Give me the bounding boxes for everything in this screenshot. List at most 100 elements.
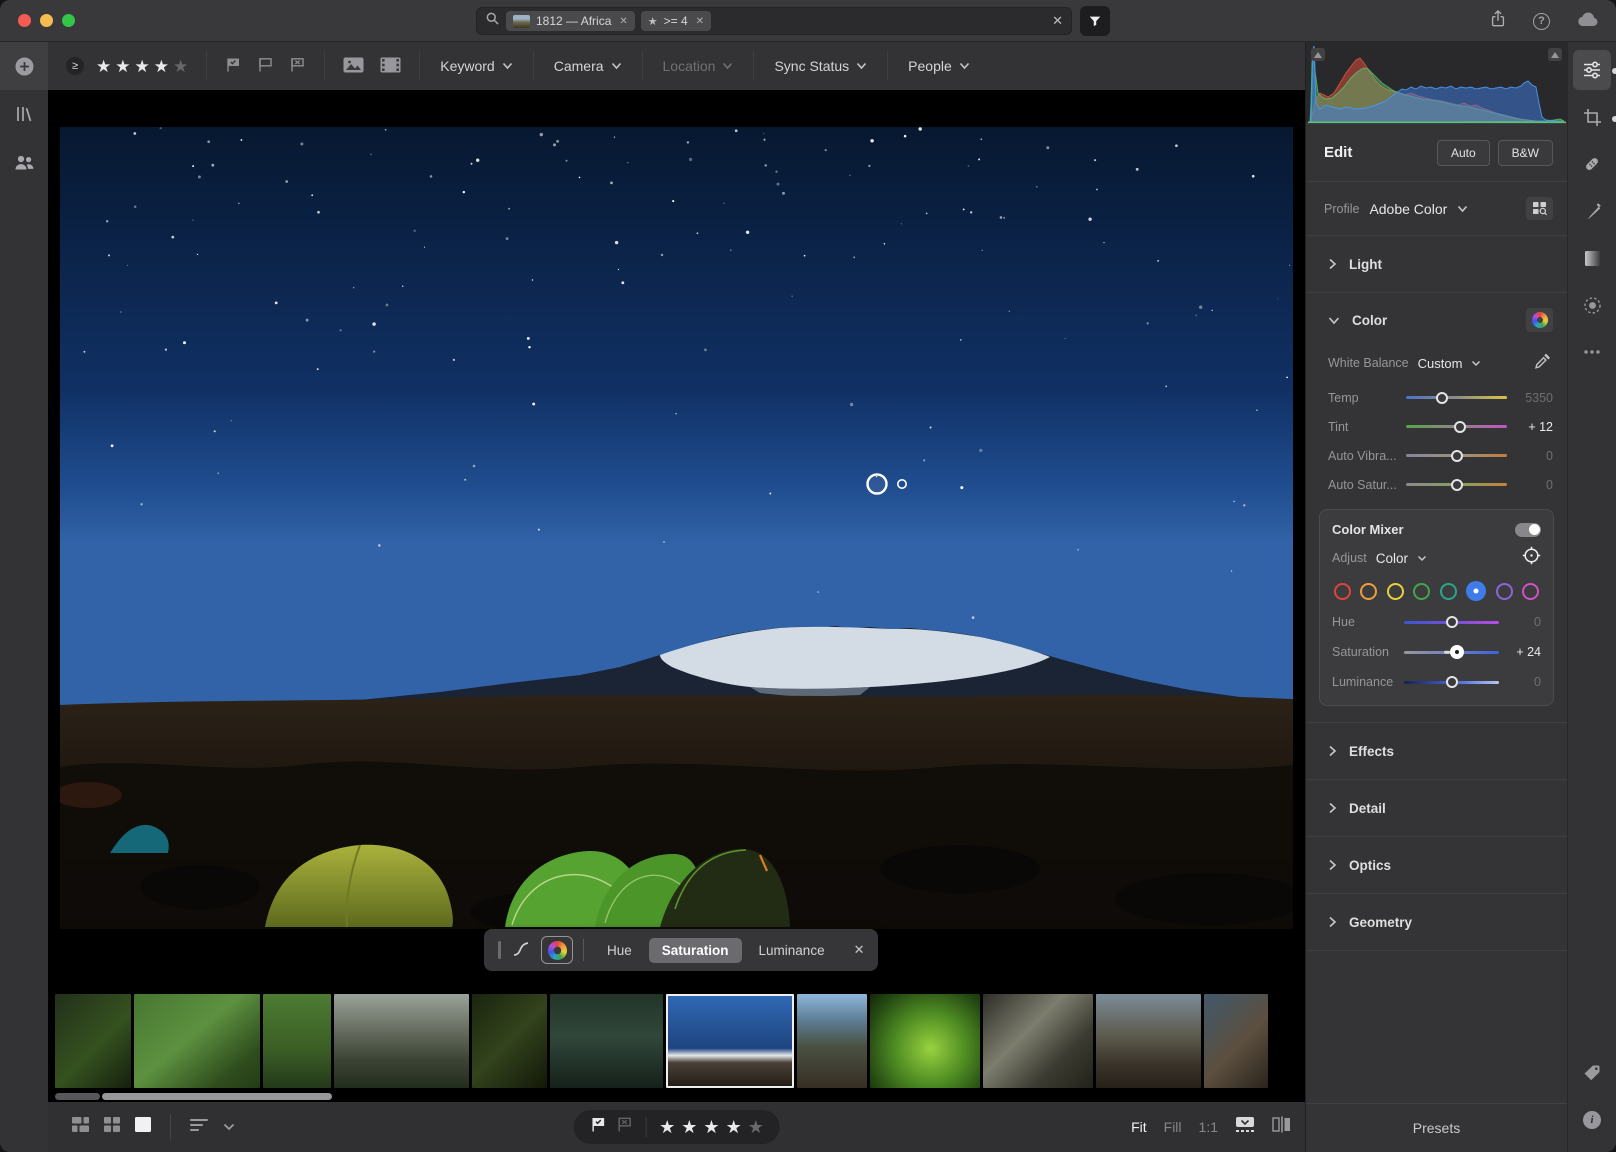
filter-dropdown-location[interactable]: Location xyxy=(643,51,754,81)
slider-track[interactable] xyxy=(1406,454,1507,457)
share-button[interactable] xyxy=(1489,9,1507,33)
section-geometry[interactable]: Geometry xyxy=(1306,894,1567,950)
filmstrip-thumb-group-photo[interactable] xyxy=(334,994,469,1088)
scrollbar-thumb[interactable] xyxy=(102,1093,332,1100)
star-4[interactable]: ★ xyxy=(726,1118,742,1136)
minimize-window-button[interactable] xyxy=(40,14,53,27)
color-dot-6[interactable] xyxy=(1496,583,1513,600)
filmstrip-options-chevron-icon[interactable] xyxy=(223,1118,235,1136)
browse-profiles-button[interactable] xyxy=(1526,197,1553,220)
star-2[interactable]: ★ xyxy=(115,58,130,75)
hsl-tab-saturation[interactable]: Saturation xyxy=(649,938,742,963)
flag-rejected-filter[interactable] xyxy=(289,57,306,76)
white-balance-value[interactable]: Custom xyxy=(1418,356,1463,371)
section-color-header[interactable]: Color xyxy=(1306,293,1567,347)
radial-gradient-tool-button[interactable] xyxy=(1573,285,1611,325)
filmstrip-thumb-white-blossoms[interactable] xyxy=(983,994,1093,1088)
star-4[interactable]: ★ xyxy=(154,58,169,75)
color-dot-0[interactable] xyxy=(1334,583,1351,600)
slider-track[interactable] xyxy=(1406,396,1507,399)
cloud-sync-button[interactable] xyxy=(1576,10,1600,32)
flag-unflagged-filter[interactable] xyxy=(257,57,274,76)
star-3[interactable]: ★ xyxy=(703,1118,719,1136)
rating-filter[interactable]: ≥ ★★★★★ xyxy=(48,51,207,81)
star-1[interactable]: ★ xyxy=(96,58,111,75)
close-window-button[interactable] xyxy=(18,14,31,27)
slider-track[interactable] xyxy=(1404,621,1499,624)
star-3[interactable]: ★ xyxy=(135,58,150,75)
histogram[interactable] xyxy=(1306,42,1567,123)
before-after-compare-button[interactable] xyxy=(1272,1116,1291,1138)
bw-button[interactable]: B&W xyxy=(1498,140,1553,166)
filter-dropdown-people[interactable]: People xyxy=(888,51,990,81)
photos-filter-icon[interactable] xyxy=(343,57,364,76)
color-dot-7[interactable] xyxy=(1522,583,1539,600)
presets-bar[interactable]: Presets xyxy=(1306,1103,1567,1152)
pick-flag-button[interactable] xyxy=(589,1116,606,1138)
color-dot-2[interactable] xyxy=(1387,583,1404,600)
scrollbar-segment[interactable] xyxy=(55,1093,100,1100)
slider-track[interactable] xyxy=(1404,651,1499,654)
filmstrip-scrollbar[interactable] xyxy=(48,1090,1305,1102)
rating-operator-badge[interactable]: ≥ xyxy=(66,57,84,75)
info-button[interactable]: i xyxy=(1573,1100,1611,1140)
maximize-window-button[interactable] xyxy=(62,14,75,27)
slider-knob[interactable] xyxy=(1436,392,1448,404)
search-token-1812-africa[interactable]: 1812 — Africa✕ xyxy=(506,11,635,31)
color-dot-5[interactable] xyxy=(1466,581,1486,601)
filter-button[interactable] xyxy=(1080,6,1110,36)
more-tools-button[interactable] xyxy=(1573,332,1611,372)
filmstrip-thumb-group-edge[interactable] xyxy=(1204,994,1268,1088)
edit-tool-button[interactable] xyxy=(1573,50,1611,90)
people-view-button[interactable] xyxy=(0,138,48,186)
slider-knob[interactable] xyxy=(1451,479,1463,491)
search-token-4[interactable]: ★>= 4✕ xyxy=(641,11,711,31)
section-effects[interactable]: Effects xyxy=(1306,723,1567,779)
color-mixer-toggle[interactable] xyxy=(1515,523,1541,537)
zoom-mode-fit[interactable]: Fit xyxy=(1131,1119,1147,1135)
popup-drag-handle[interactable] xyxy=(498,941,501,959)
filmstrip-thumb-trail-hikers[interactable] xyxy=(550,994,663,1088)
main-photo[interactable] xyxy=(60,127,1293,929)
flag-picked-filter[interactable] xyxy=(225,57,242,76)
help-button[interactable]: ? xyxy=(1533,13,1550,30)
add-photos-button[interactable] xyxy=(0,42,48,90)
slider-knob[interactable] xyxy=(1450,645,1464,659)
section-light[interactable]: Light xyxy=(1306,236,1567,292)
filmstrip-thumb-forest-dark[interactable] xyxy=(55,994,131,1088)
clear-search-icon[interactable]: ✕ xyxy=(1052,13,1063,29)
slider-knob[interactable] xyxy=(1446,616,1458,628)
filter-dropdown-sync-status[interactable]: Sync Status xyxy=(754,51,887,81)
square-grid-view-button[interactable] xyxy=(104,1117,120,1137)
sort-button[interactable] xyxy=(190,1118,208,1137)
color-mixer-tool-button[interactable] xyxy=(541,936,573,964)
brush-tool-button[interactable] xyxy=(1573,191,1611,231)
profile-value[interactable]: Adobe Color xyxy=(1369,201,1447,217)
star-5[interactable]: ★ xyxy=(748,1118,764,1136)
filmstrip-thumb-forest-people[interactable] xyxy=(134,994,260,1088)
filmstrip-thumb-dark-forest[interactable] xyxy=(472,994,547,1088)
videos-filter-icon[interactable] xyxy=(380,57,401,76)
star-5[interactable]: ★ xyxy=(173,58,188,75)
close-popup-icon[interactable]: ✕ xyxy=(854,942,865,958)
filmstrip-thumb-green-path[interactable] xyxy=(263,994,331,1088)
remove-token-icon[interactable]: ✕ xyxy=(619,16,627,27)
hsl-tab-hue[interactable]: Hue xyxy=(594,938,645,963)
auto-button[interactable]: Auto xyxy=(1437,140,1490,166)
color-dot-4[interactable] xyxy=(1440,583,1457,600)
keywords-button[interactable] xyxy=(1573,1053,1611,1093)
presets-button[interactable]: Presets xyxy=(1413,1120,1460,1136)
star-2[interactable]: ★ xyxy=(681,1118,697,1136)
shadow-clipping-button[interactable] xyxy=(1311,48,1325,61)
slider-track[interactable] xyxy=(1406,425,1507,428)
color-dot-3[interactable] xyxy=(1413,583,1430,600)
slider-knob[interactable] xyxy=(1454,421,1466,433)
color-dot-1[interactable] xyxy=(1360,583,1377,600)
filmstrip-thumb-cliff-rocks[interactable] xyxy=(1096,994,1201,1088)
filmstrip-thumb-canyon[interactable] xyxy=(797,994,867,1088)
slider-knob[interactable] xyxy=(1451,450,1463,462)
slider-track[interactable] xyxy=(1404,681,1499,684)
zoom-mode-1-1[interactable]: 1:1 xyxy=(1199,1119,1218,1135)
filter-dropdown-keyword[interactable]: Keyword xyxy=(420,51,532,81)
filter-dropdown-camera[interactable]: Camera xyxy=(534,51,642,81)
